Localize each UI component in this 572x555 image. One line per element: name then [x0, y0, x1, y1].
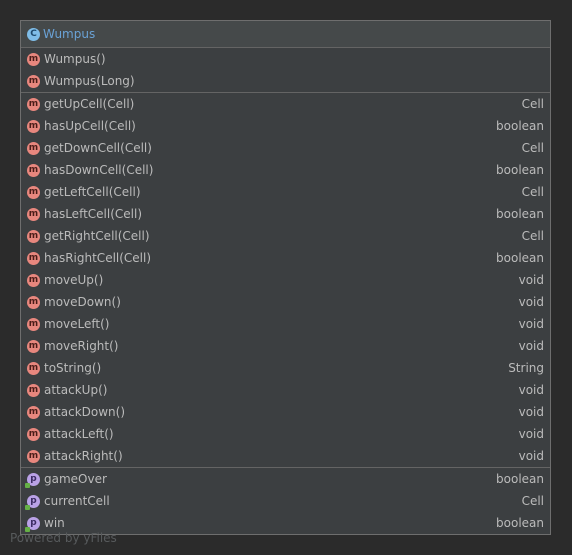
method-row[interactable]: m hasUpCell(Cell) boolean	[21, 115, 550, 137]
method-icon: m	[27, 163, 40, 177]
methods-section: m getUpCell(Cell) Cell m hasUpCell(Cell)…	[21, 93, 550, 468]
member-name: getLeftCell(Cell)	[44, 185, 141, 199]
member-type: Cell	[521, 141, 544, 155]
member-name: hasDownCell(Cell)	[44, 163, 154, 177]
method-icon: m	[27, 295, 40, 309]
method-icon: m	[27, 383, 40, 397]
method-icon: m	[27, 185, 40, 199]
method-row[interactable]: m moveUp() void	[21, 269, 550, 291]
property-icon: p	[25, 516, 40, 532]
member-type: void	[518, 273, 544, 287]
class-name: Wumpus	[43, 27, 96, 41]
method-row[interactable]: m attackRight() void	[21, 445, 550, 467]
property-icon-letter: p	[30, 495, 37, 506]
class-icon: C	[27, 27, 40, 41]
public-access-icon	[25, 504, 30, 510]
member-type: boolean	[496, 472, 544, 486]
member-name: gameOver	[44, 472, 107, 486]
method-icon: m	[27, 405, 40, 419]
member-type: void	[518, 449, 544, 463]
member-type: Cell	[521, 185, 544, 199]
member-name: Wumpus()	[44, 52, 106, 66]
property-icon-letter: p	[30, 473, 37, 484]
method-icon: m	[27, 229, 40, 243]
method-row[interactable]: m moveRight() void	[21, 335, 550, 357]
method-icon: m	[27, 273, 40, 287]
method-icon: m	[27, 74, 40, 88]
member-type: String	[508, 361, 544, 375]
member-name: hasUpCell(Cell)	[44, 119, 136, 133]
property-icon: p	[25, 494, 40, 510]
properties-section: p gameOver boolean p currentCell Cell p …	[21, 468, 550, 534]
member-type: void	[518, 427, 544, 441]
member-name: moveRight()	[44, 339, 119, 353]
member-type: void	[518, 383, 544, 397]
member-name: currentCell	[44, 494, 110, 508]
method-row[interactable]: m toString() String	[21, 357, 550, 379]
member-name: getRightCell(Cell)	[44, 229, 150, 243]
constructor-row[interactable]: m Wumpus()	[21, 48, 550, 70]
member-name: moveUp()	[44, 273, 104, 287]
method-row[interactable]: m attackDown() void	[21, 401, 550, 423]
member-type: void	[518, 339, 544, 353]
method-row[interactable]: m getRightCell(Cell) Cell	[21, 225, 550, 247]
method-icon: m	[27, 52, 40, 66]
constructors-section: m Wumpus() m Wumpus(Long)	[21, 48, 550, 93]
property-icon-letter: p	[30, 517, 37, 528]
method-row[interactable]: m moveDown() void	[21, 291, 550, 313]
member-name: attackLeft()	[44, 427, 114, 441]
public-access-icon	[25, 482, 30, 488]
method-icon: m	[27, 251, 40, 265]
method-icon: m	[27, 119, 40, 133]
method-icon: m	[27, 207, 40, 221]
member-name: attackUp()	[44, 383, 108, 397]
member-name: hasLeftCell(Cell)	[44, 207, 143, 221]
method-row[interactable]: m getUpCell(Cell) Cell	[21, 93, 550, 115]
method-row[interactable]: m moveLeft() void	[21, 313, 550, 335]
method-icon: m	[27, 449, 40, 463]
member-type: void	[518, 405, 544, 419]
method-icon: m	[27, 361, 40, 375]
method-row[interactable]: m hasDownCell(Cell) boolean	[21, 159, 550, 181]
member-type: void	[518, 295, 544, 309]
property-icon: p	[25, 472, 40, 488]
member-name: moveLeft()	[44, 317, 110, 331]
constructor-row[interactable]: m Wumpus(Long)	[21, 70, 550, 92]
member-name: win	[44, 516, 65, 530]
method-icon: m	[27, 339, 40, 353]
member-name: toString()	[44, 361, 102, 375]
member-type: boolean	[496, 119, 544, 133]
member-type: boolean	[496, 207, 544, 221]
member-type: boolean	[496, 163, 544, 177]
member-type: Cell	[521, 494, 544, 508]
member-type: boolean	[496, 516, 544, 530]
method-row[interactable]: m getLeftCell(Cell) Cell	[21, 181, 550, 203]
method-row[interactable]: m attackLeft() void	[21, 423, 550, 445]
method-row[interactable]: m getDownCell(Cell) Cell	[21, 137, 550, 159]
member-name: attackDown()	[44, 405, 126, 419]
method-icon: m	[27, 97, 40, 111]
method-icon: m	[27, 427, 40, 441]
member-name: attackRight()	[44, 449, 123, 463]
watermark-text: Powered by yFiles	[10, 531, 117, 545]
method-row[interactable]: m attackUp() void	[21, 379, 550, 401]
property-row[interactable]: p currentCell Cell	[21, 490, 550, 512]
method-row[interactable]: m hasRightCell(Cell) boolean	[21, 247, 550, 269]
member-type: void	[518, 317, 544, 331]
class-header[interactable]: C Wumpus	[21, 21, 550, 48]
member-name: Wumpus(Long)	[44, 74, 135, 88]
uml-class-box[interactable]: C Wumpus m Wumpus() m Wumpus(Long) m get…	[20, 20, 551, 535]
member-name: getUpCell(Cell)	[44, 97, 135, 111]
member-type: Cell	[521, 97, 544, 111]
method-icon: m	[27, 317, 40, 331]
member-name: getDownCell(Cell)	[44, 141, 152, 155]
member-name: hasRightCell(Cell)	[44, 251, 152, 265]
member-name: moveDown()	[44, 295, 121, 309]
property-row[interactable]: p gameOver boolean	[21, 468, 550, 490]
method-row[interactable]: m hasLeftCell(Cell) boolean	[21, 203, 550, 225]
method-icon: m	[27, 141, 40, 155]
member-type: boolean	[496, 251, 544, 265]
member-type: Cell	[521, 229, 544, 243]
